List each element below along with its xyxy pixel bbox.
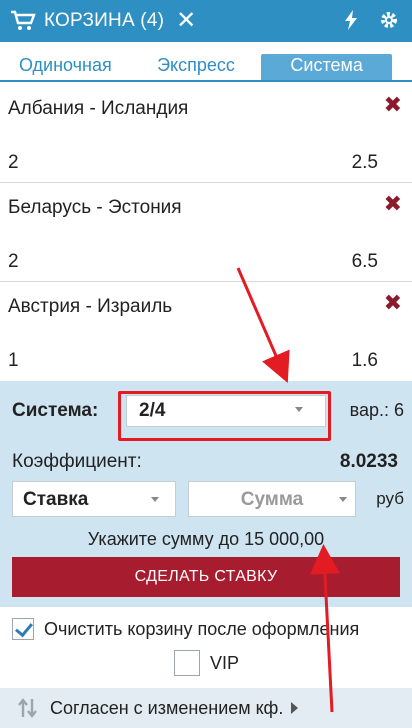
bet-odds: 2.5 [351, 152, 378, 173]
variants-count: вар.: 6 [349, 400, 404, 420]
sort-arrows-icon [16, 696, 40, 720]
tab-system[interactable]: Система [261, 54, 393, 80]
vip-option[interactable]: VIP [174, 650, 239, 676]
system-selected-value: 2/4 [139, 400, 166, 421]
bet-type-tabs: Одиночная Экспресс Система [0, 42, 412, 82]
vip-label: VIP [210, 652, 240, 673]
amount-hint: Укажите сумму до 15 000,00 [87, 529, 325, 549]
amount-input[interactable]: Сумма [188, 481, 356, 517]
system-select[interactable]: 2/4 [126, 395, 326, 427]
stake-type-value: Ставка [23, 489, 89, 510]
system-panel: Система: 2/4 вар.: 6 Коэффициент: 8.0233… [0, 381, 412, 607]
vip-checkbox[interactable] [174, 650, 200, 676]
remove-icon[interactable]: ✖ [384, 193, 402, 215]
tab-single[interactable]: Одиночная [0, 42, 131, 80]
coefficient-label: Коэффициент: [12, 451, 142, 472]
tab-label: Система [290, 55, 363, 75]
tab-label: Экспресс [157, 55, 235, 75]
cart-icon [8, 9, 38, 33]
clear-cart-label: Очистить корзину после оформления [44, 618, 360, 639]
remove-icon[interactable]: ✖ [384, 94, 402, 116]
coefficient-value: 8.0233 [339, 451, 398, 472]
bet-odds: 6.5 [351, 251, 378, 272]
cart-title: КОРЗИНА (4) [44, 10, 165, 31]
bet-match-name: Беларусь - Эстония [8, 197, 182, 218]
bet-count: 2 [8, 251, 19, 272]
chevron-down-icon [151, 497, 159, 502]
remove-icon[interactable]: ✖ [384, 292, 402, 314]
cart-header: КОРЗИНА (4) ✕ [0, 0, 412, 42]
bet-count: 2 [8, 152, 19, 173]
accept-odds-change[interactable]: Согласен с изменением кф. [0, 688, 412, 728]
clear-cart-option[interactable]: Очистить корзину после оформления [12, 618, 359, 640]
bet-item: Албания - Исландия ✖ 2 2.5 [0, 86, 412, 183]
gear-icon[interactable] [378, 9, 400, 31]
clear-cart-checkbox[interactable] [12, 618, 34, 640]
chevron-right-icon [291, 702, 299, 714]
place-bet-button[interactable]: СДЕЛАТЬ СТАВКУ [12, 557, 400, 597]
bet-count: 1 [8, 350, 19, 371]
bet-match-name: Албания - Исландия [8, 98, 189, 119]
chevron-down-icon [295, 407, 303, 412]
system-label: Система: [12, 400, 99, 421]
accept-odds-label: Согласен с изменением кф. [50, 697, 284, 718]
bet-item: Австрия - Израиль ✖ 1 1.6 [0, 284, 412, 381]
tab-express[interactable]: Экспресс [131, 42, 262, 80]
currency-label: руб [376, 489, 404, 508]
lightning-icon[interactable] [340, 9, 362, 31]
chevron-down-icon[interactable] [339, 497, 347, 502]
amount-placeholder: Сумма [240, 489, 304, 510]
bet-odds: 1.6 [351, 350, 378, 371]
bet-item: Беларусь - Эстония ✖ 2 6.5 [0, 185, 412, 282]
bet-match-name: Австрия - Израиль [8, 296, 173, 317]
tab-label: Одиночная [18, 55, 112, 75]
stake-type-select[interactable]: Ставка [12, 481, 176, 517]
close-icon[interactable]: ✕ [176, 9, 196, 33]
